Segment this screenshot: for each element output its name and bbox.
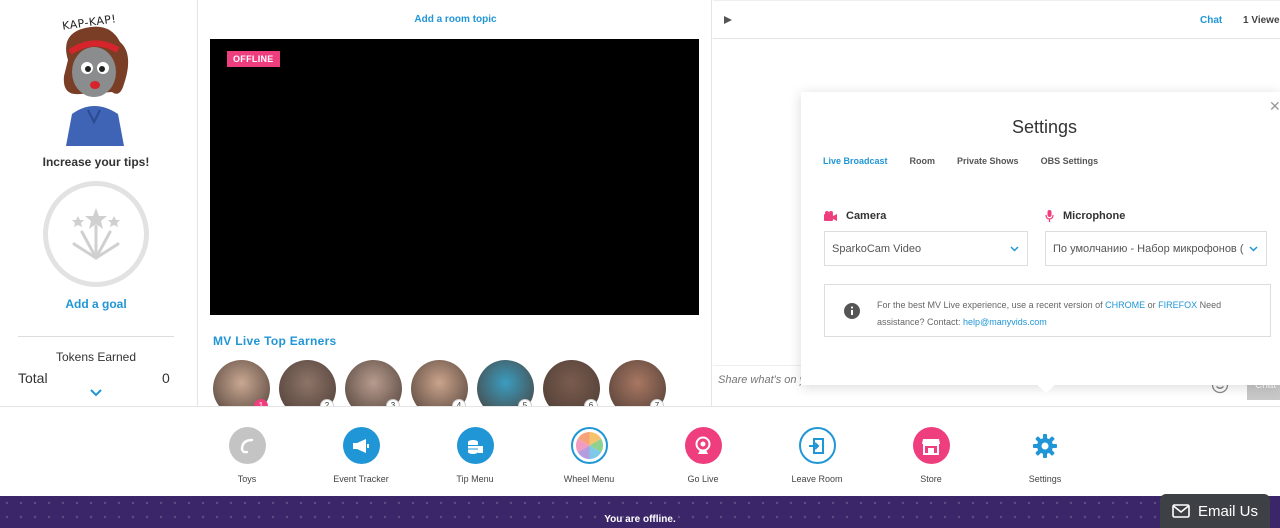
camera-select[interactable]: SparkoCam Video	[824, 231, 1028, 266]
store-label: Store	[920, 474, 942, 484]
chevron-down-icon[interactable]	[89, 386, 103, 400]
earner-avatar[interactable]: 5	[477, 360, 534, 406]
camera-label-row: Camera	[824, 210, 886, 222]
earner-rank-badge: 7	[650, 399, 664, 406]
earner-rank-badge: 4	[452, 399, 466, 406]
store-icon	[912, 427, 950, 464]
microphone-select-value: По умолчанию - Набор микрофонов (	[1053, 243, 1244, 255]
store-button[interactable]: Store	[886, 427, 976, 484]
camera-label: Camera	[846, 210, 887, 222]
microphone-label-row: Microphone	[1045, 210, 1125, 222]
email-us-label: Email Us	[1197, 502, 1258, 520]
envelope-icon	[1172, 504, 1190, 518]
settings-title: Settings	[1011, 117, 1078, 137]
total-label: Total	[18, 370, 48, 386]
microphone-select[interactable]: По умолчанию - Набор микрофонов (	[1045, 231, 1267, 266]
top-earners-title: MV Live Top Earners	[213, 334, 337, 348]
camera-select-value: SparkoCam Video	[832, 243, 922, 255]
offline-badge: OFFLINE	[227, 51, 280, 67]
divider	[18, 336, 174, 337]
browser-info-text: For the best MV Live experience, use a r…	[877, 297, 1262, 331]
settings-modal: ✕ Settings Live Broadcast Room Private S…	[801, 92, 1280, 393]
chevron-down-icon	[1249, 244, 1258, 253]
coins-icon	[456, 427, 494, 464]
play-icon[interactable]	[723, 15, 733, 25]
go-live-button[interactable]: Go Live	[658, 427, 748, 484]
earner-rank-badge: 1	[254, 399, 268, 406]
earner-rank-badge: 3	[386, 399, 400, 406]
wheel-icon	[570, 427, 608, 464]
megaphone-icon	[342, 427, 380, 464]
earner-avatar[interactable]: 6	[543, 360, 600, 406]
fireworks-icon	[72, 208, 120, 260]
leave-room-button[interactable]: Leave Room	[772, 427, 862, 484]
close-icon[interactable]: ✕	[1269, 98, 1280, 115]
email-us-button[interactable]: Email Us	[1160, 494, 1270, 528]
toys-icon	[228, 427, 266, 464]
bottom-toolbar: Toys Event Tracker Tip Menu Wheel Menu G…	[0, 406, 1280, 496]
microphone-icon	[1045, 210, 1054, 222]
info-text-part: For the best MV Live experience, use a r…	[877, 300, 1106, 310]
earner-rank-badge: 6	[584, 399, 598, 406]
toys-button[interactable]: Toys	[202, 427, 292, 484]
settings-tabs: Live Broadcast Room Private Shows OBS Se…	[823, 156, 1098, 166]
add-room-topic-link[interactable]: Add a room topic	[199, 14, 712, 25]
top-earners-list: 1 2 3 4 5 6 7	[213, 360, 666, 406]
info-icon	[844, 303, 860, 319]
earner-avatar[interactable]: 3	[345, 360, 402, 406]
firefox-link[interactable]: FIREFOX	[1158, 300, 1197, 310]
app-root: KAP-KAP! Increase your tips! Add a goal …	[0, 0, 1280, 528]
browser-info-box: For the best MV Live experience, use a r…	[824, 284, 1271, 337]
chat-header: Chat 1 Viewer	[713, 0, 1280, 39]
earner-rank-badge: 5	[518, 399, 532, 406]
tab-live-broadcast[interactable]: Live Broadcast	[823, 156, 888, 166]
modal-pointer	[1036, 384, 1056, 393]
earner-avatar[interactable]: 4	[411, 360, 468, 406]
chrome-link[interactable]: CHROME	[1105, 300, 1145, 310]
exit-icon	[798, 427, 836, 464]
left-sidebar: KAP-KAP! Increase your tips! Add a goal …	[0, 0, 198, 406]
earner-avatar[interactable]: 1	[213, 360, 270, 406]
video-player[interactable]: OFFLINE	[210, 39, 699, 315]
chevron-down-icon	[1010, 246, 1019, 252]
tip-menu-label: Tip Menu	[456, 474, 494, 484]
tab-room[interactable]: Room	[910, 156, 936, 166]
support-email-link[interactable]: help@manyvids.com	[963, 317, 1047, 327]
leave-room-label: Leave Room	[791, 474, 843, 484]
microphone-label: Microphone	[1063, 210, 1126, 222]
wheel-menu-button[interactable]: Wheel Menu	[544, 427, 634, 484]
go-live-label: Go Live	[687, 474, 719, 484]
webcam-icon	[684, 427, 722, 464]
tab-viewers[interactable]: 1 Viewer	[1243, 15, 1280, 26]
tab-obs-settings[interactable]: OBS Settings	[1041, 156, 1099, 166]
camera-icon	[824, 210, 837, 221]
wheel-menu-label: Wheel Menu	[563, 474, 615, 484]
tip-menu-button[interactable]: Tip Menu	[430, 427, 520, 484]
tab-chat[interactable]: Chat	[1200, 15, 1222, 26]
add-goal-link[interactable]: Add a goal	[0, 297, 192, 311]
info-text-part: or	[1145, 300, 1159, 310]
settings-button[interactable]: Settings	[1000, 427, 1090, 484]
gear-icon	[1027, 427, 1064, 464]
total-value: 0	[162, 370, 170, 386]
goal-placeholder[interactable]	[43, 181, 149, 287]
earner-rank-badge: 2	[320, 399, 334, 406]
mascot-illustration	[63, 26, 129, 146]
earner-avatar[interactable]: 7	[609, 360, 666, 406]
offline-status-text: You are offline.	[604, 514, 676, 525]
event-tracker-label: Event Tracker	[333, 474, 389, 484]
tokens-earned-heading: Tokens Earned	[55, 350, 137, 364]
earner-avatar[interactable]: 2	[279, 360, 336, 406]
increase-tips-text: Increase your tips!	[42, 155, 150, 169]
event-tracker-button[interactable]: Event Tracker	[316, 427, 406, 484]
settings-label: Settings	[1028, 474, 1062, 484]
stream-column: Add a room topic OFFLINE MV Live Top Ear…	[199, 0, 712, 406]
toys-label: Toys	[237, 474, 257, 484]
tab-private-shows[interactable]: Private Shows	[957, 156, 1019, 166]
status-footer: You are offline.	[0, 496, 1280, 528]
